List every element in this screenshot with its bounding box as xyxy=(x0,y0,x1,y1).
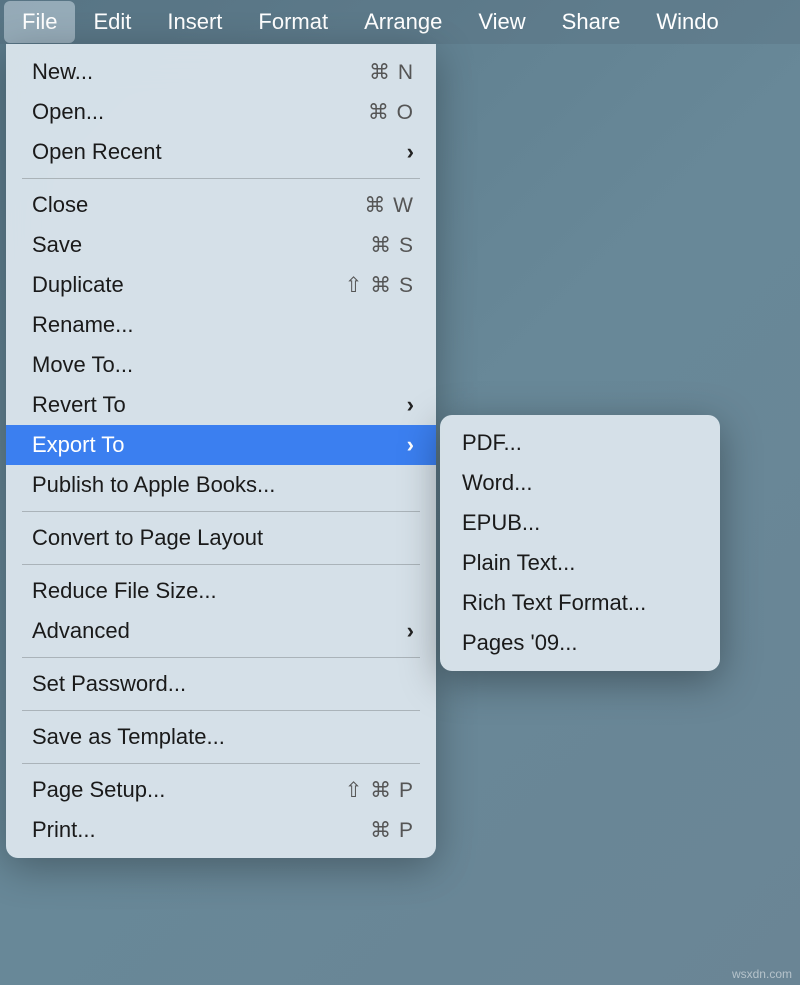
submenu-item-rtf[interactable]: Rich Text Format... xyxy=(440,583,720,623)
shortcut: ⇧ ⌘ S xyxy=(345,273,414,298)
chevron-right-icon: › xyxy=(407,618,414,644)
menu-item-print[interactable]: Print... ⌘ P xyxy=(6,810,436,850)
menu-item-advanced[interactable]: Advanced › xyxy=(6,611,436,651)
separator xyxy=(22,511,420,512)
chevron-right-icon: › xyxy=(407,432,414,458)
menubar-arrange[interactable]: Arrange xyxy=(346,1,460,43)
menu-label: Word... xyxy=(462,470,533,496)
shortcut: ⇧ ⌘ P xyxy=(345,778,414,803)
menu-item-page-setup[interactable]: Page Setup... ⇧ ⌘ P xyxy=(6,770,436,810)
menubar-edit[interactable]: Edit xyxy=(75,1,149,43)
menu-item-save[interactable]: Save ⌘ S xyxy=(6,225,436,265)
menubar-format[interactable]: Format xyxy=(240,1,346,43)
submenu-item-plain-text[interactable]: Plain Text... xyxy=(440,543,720,583)
separator xyxy=(22,763,420,764)
separator xyxy=(22,710,420,711)
menu-label: Duplicate xyxy=(32,272,124,298)
menu-label: New... xyxy=(32,59,93,85)
menubar: File Edit Insert Format Arrange View Sha… xyxy=(0,0,800,44)
shortcut: ⌘ N xyxy=(369,60,414,85)
file-menu-dropdown: New... ⌘ N Open... ⌘ O Open Recent › Clo… xyxy=(6,44,436,858)
menu-item-open[interactable]: Open... ⌘ O xyxy=(6,92,436,132)
chevron-right-icon: › xyxy=(407,392,414,418)
menu-item-save-as-template[interactable]: Save as Template... xyxy=(6,717,436,757)
shortcut: ⌘ O xyxy=(368,100,414,125)
menubar-file[interactable]: File xyxy=(4,1,75,43)
menu-item-rename[interactable]: Rename... xyxy=(6,305,436,345)
export-to-submenu: PDF... Word... EPUB... Plain Text... Ric… xyxy=(440,415,720,671)
menu-item-export-to[interactable]: Export To › xyxy=(6,425,436,465)
menu-label: Open... xyxy=(32,99,104,125)
menu-label: Revert To xyxy=(32,392,126,418)
menubar-share[interactable]: Share xyxy=(544,1,639,43)
watermark: wsxdn.com xyxy=(732,967,792,981)
submenu-item-word[interactable]: Word... xyxy=(440,463,720,503)
menu-label: Rename... xyxy=(32,312,134,338)
menubar-view[interactable]: View xyxy=(460,1,543,43)
menu-label: Rich Text Format... xyxy=(462,590,646,616)
submenu-item-pages09[interactable]: Pages '09... xyxy=(440,623,720,663)
menu-label: Export To xyxy=(32,432,125,458)
menubar-insert[interactable]: Insert xyxy=(149,1,240,43)
separator xyxy=(22,657,420,658)
menu-label: Open Recent xyxy=(32,139,162,165)
menu-item-reduce-file-size[interactable]: Reduce File Size... xyxy=(6,571,436,611)
menu-label: Set Password... xyxy=(32,671,186,697)
menu-label: PDF... xyxy=(462,430,522,456)
shortcut: ⌘ P xyxy=(370,818,414,843)
menu-label: Move To... xyxy=(32,352,133,378)
menu-label: Page Setup... xyxy=(32,777,165,803)
menu-label: Close xyxy=(32,192,88,218)
chevron-right-icon: › xyxy=(407,139,414,165)
menu-label: Convert to Page Layout xyxy=(32,525,263,551)
menu-item-revert-to[interactable]: Revert To › xyxy=(6,385,436,425)
menu-label: Reduce File Size... xyxy=(32,578,217,604)
menu-item-set-password[interactable]: Set Password... xyxy=(6,664,436,704)
menu-label: Advanced xyxy=(32,618,130,644)
menu-item-close[interactable]: Close ⌘ W xyxy=(6,185,436,225)
menu-item-convert[interactable]: Convert to Page Layout xyxy=(6,518,436,558)
menu-item-new[interactable]: New... ⌘ N xyxy=(6,52,436,92)
menu-label: Save as Template... xyxy=(32,724,225,750)
shortcut: ⌘ W xyxy=(364,193,414,218)
menu-item-move-to[interactable]: Move To... xyxy=(6,345,436,385)
separator xyxy=(22,178,420,179)
menu-item-open-recent[interactable]: Open Recent › xyxy=(6,132,436,172)
menu-label: Publish to Apple Books... xyxy=(32,472,275,498)
submenu-item-pdf[interactable]: PDF... xyxy=(440,423,720,463)
shortcut: ⌘ S xyxy=(370,233,414,258)
menu-item-publish[interactable]: Publish to Apple Books... xyxy=(6,465,436,505)
menu-label: Pages '09... xyxy=(462,630,578,656)
submenu-item-epub[interactable]: EPUB... xyxy=(440,503,720,543)
menu-label: Print... xyxy=(32,817,96,843)
menubar-window[interactable]: Windo xyxy=(638,1,736,43)
separator xyxy=(22,564,420,565)
menu-label: EPUB... xyxy=(462,510,540,536)
menu-label: Save xyxy=(32,232,82,258)
menu-item-duplicate[interactable]: Duplicate ⇧ ⌘ S xyxy=(6,265,436,305)
menu-label: Plain Text... xyxy=(462,550,575,576)
